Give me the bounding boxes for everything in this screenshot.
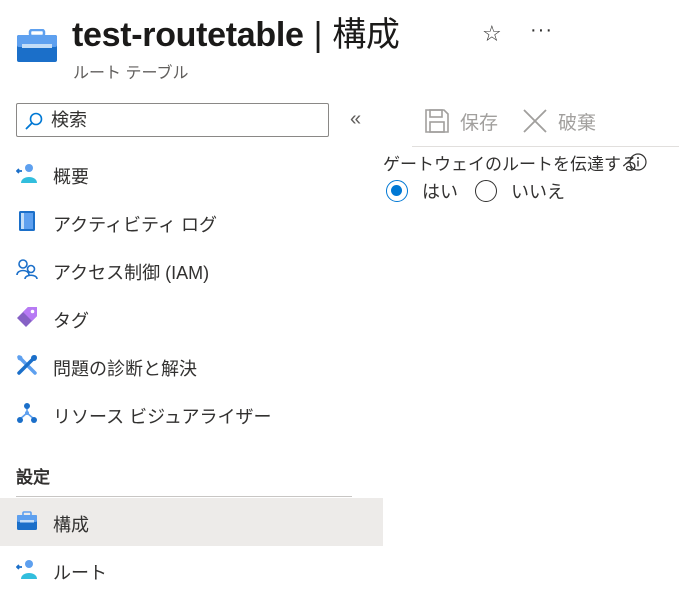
nav-item-routes[interactable]: ルート <box>0 546 383 594</box>
nav-label: 概要 <box>53 167 89 187</box>
discard-label: 破棄 <box>558 112 597 134</box>
radio-button[interactable] <box>475 180 497 202</box>
save-label: 保存 <box>460 112 499 134</box>
info-icon[interactable] <box>629 153 647 171</box>
radio-yes[interactable]: はい <box>386 178 458 204</box>
radio-no[interactable]: いいえ <box>475 178 565 204</box>
section-divider <box>16 496 352 497</box>
close-icon <box>523 109 547 133</box>
route-table-icon <box>17 29 57 62</box>
nav-label: 構成 <box>53 515 89 535</box>
settings-menu: 構成 ルート <box>0 498 383 594</box>
search-icon <box>25 112 43 130</box>
section-title-settings: 設定 <box>16 468 50 487</box>
radio-yes-label: はい <box>422 182 458 202</box>
save-icon <box>425 109 449 133</box>
nav-label: アクティビティ ログ <box>53 215 217 235</box>
discard-button[interactable]: 破棄 <box>522 106 596 136</box>
radio-button-checked[interactable] <box>386 180 408 202</box>
nav-label: アクセス制御 (IAM) <box>53 263 210 283</box>
nav-item-overview[interactable]: 概要 <box>0 150 383 198</box>
nav-item-tags[interactable]: タグ <box>0 294 383 342</box>
page-name: 構成 <box>332 16 400 54</box>
resource-visualizer-icon <box>17 403 37 423</box>
nav-item-diagnose[interactable]: 問題の診断と解決 <box>0 342 383 390</box>
save-button[interactable]: 保存 <box>424 106 498 136</box>
nav-item-iam[interactable]: アクセス制御 (IAM) <box>0 246 383 294</box>
search-box[interactable] <box>16 103 329 137</box>
configuration-icon <box>17 511 37 530</box>
nav-label: ルート <box>53 563 107 583</box>
more-icon[interactable]: ··· <box>530 19 553 42</box>
nav-item-configuration[interactable]: 構成 <box>0 498 383 546</box>
command-bar: 保存 破棄 <box>412 100 679 147</box>
nav-item-activity-log[interactable]: アクティビティ ログ <box>0 198 383 246</box>
page-subtitle: ルート テーブル <box>73 65 189 82</box>
page-header: test-routetable | 構成 ☆ ··· ルート テーブル <box>0 0 679 90</box>
title-separator: | <box>313 16 323 54</box>
star-icon[interactable]: ☆ <box>482 21 502 47</box>
resource-name: test-routetable <box>72 16 304 54</box>
page-title: test-routetable | 構成 <box>72 7 400 56</box>
nav-label: 問題の診断と解決 <box>53 359 197 379</box>
tag-icon <box>17 307 37 327</box>
iam-icon <box>16 259 38 280</box>
search-input[interactable] <box>51 108 321 132</box>
radio-no-label: いいえ <box>511 182 565 202</box>
routes-icon <box>16 560 37 579</box>
resource-menu: 概要 アクティビティ ログ アクセス制御 (IAM) タグ 問題の診断と解決 リ… <box>0 150 383 438</box>
nav-label: タグ <box>53 311 89 331</box>
nav-label: リソース ビジュアライザー <box>53 407 272 427</box>
diagnose-icon <box>17 355 37 375</box>
overview-icon <box>16 164 37 183</box>
collapse-menu-button[interactable]: « <box>350 108 361 131</box>
propagate-routes-label: ゲートウェイのルートを伝達する <box>383 155 638 174</box>
nav-item-resource-visualizer[interactable]: リソース ビジュアライザー <box>0 390 383 438</box>
activity-log-icon <box>19 211 35 231</box>
